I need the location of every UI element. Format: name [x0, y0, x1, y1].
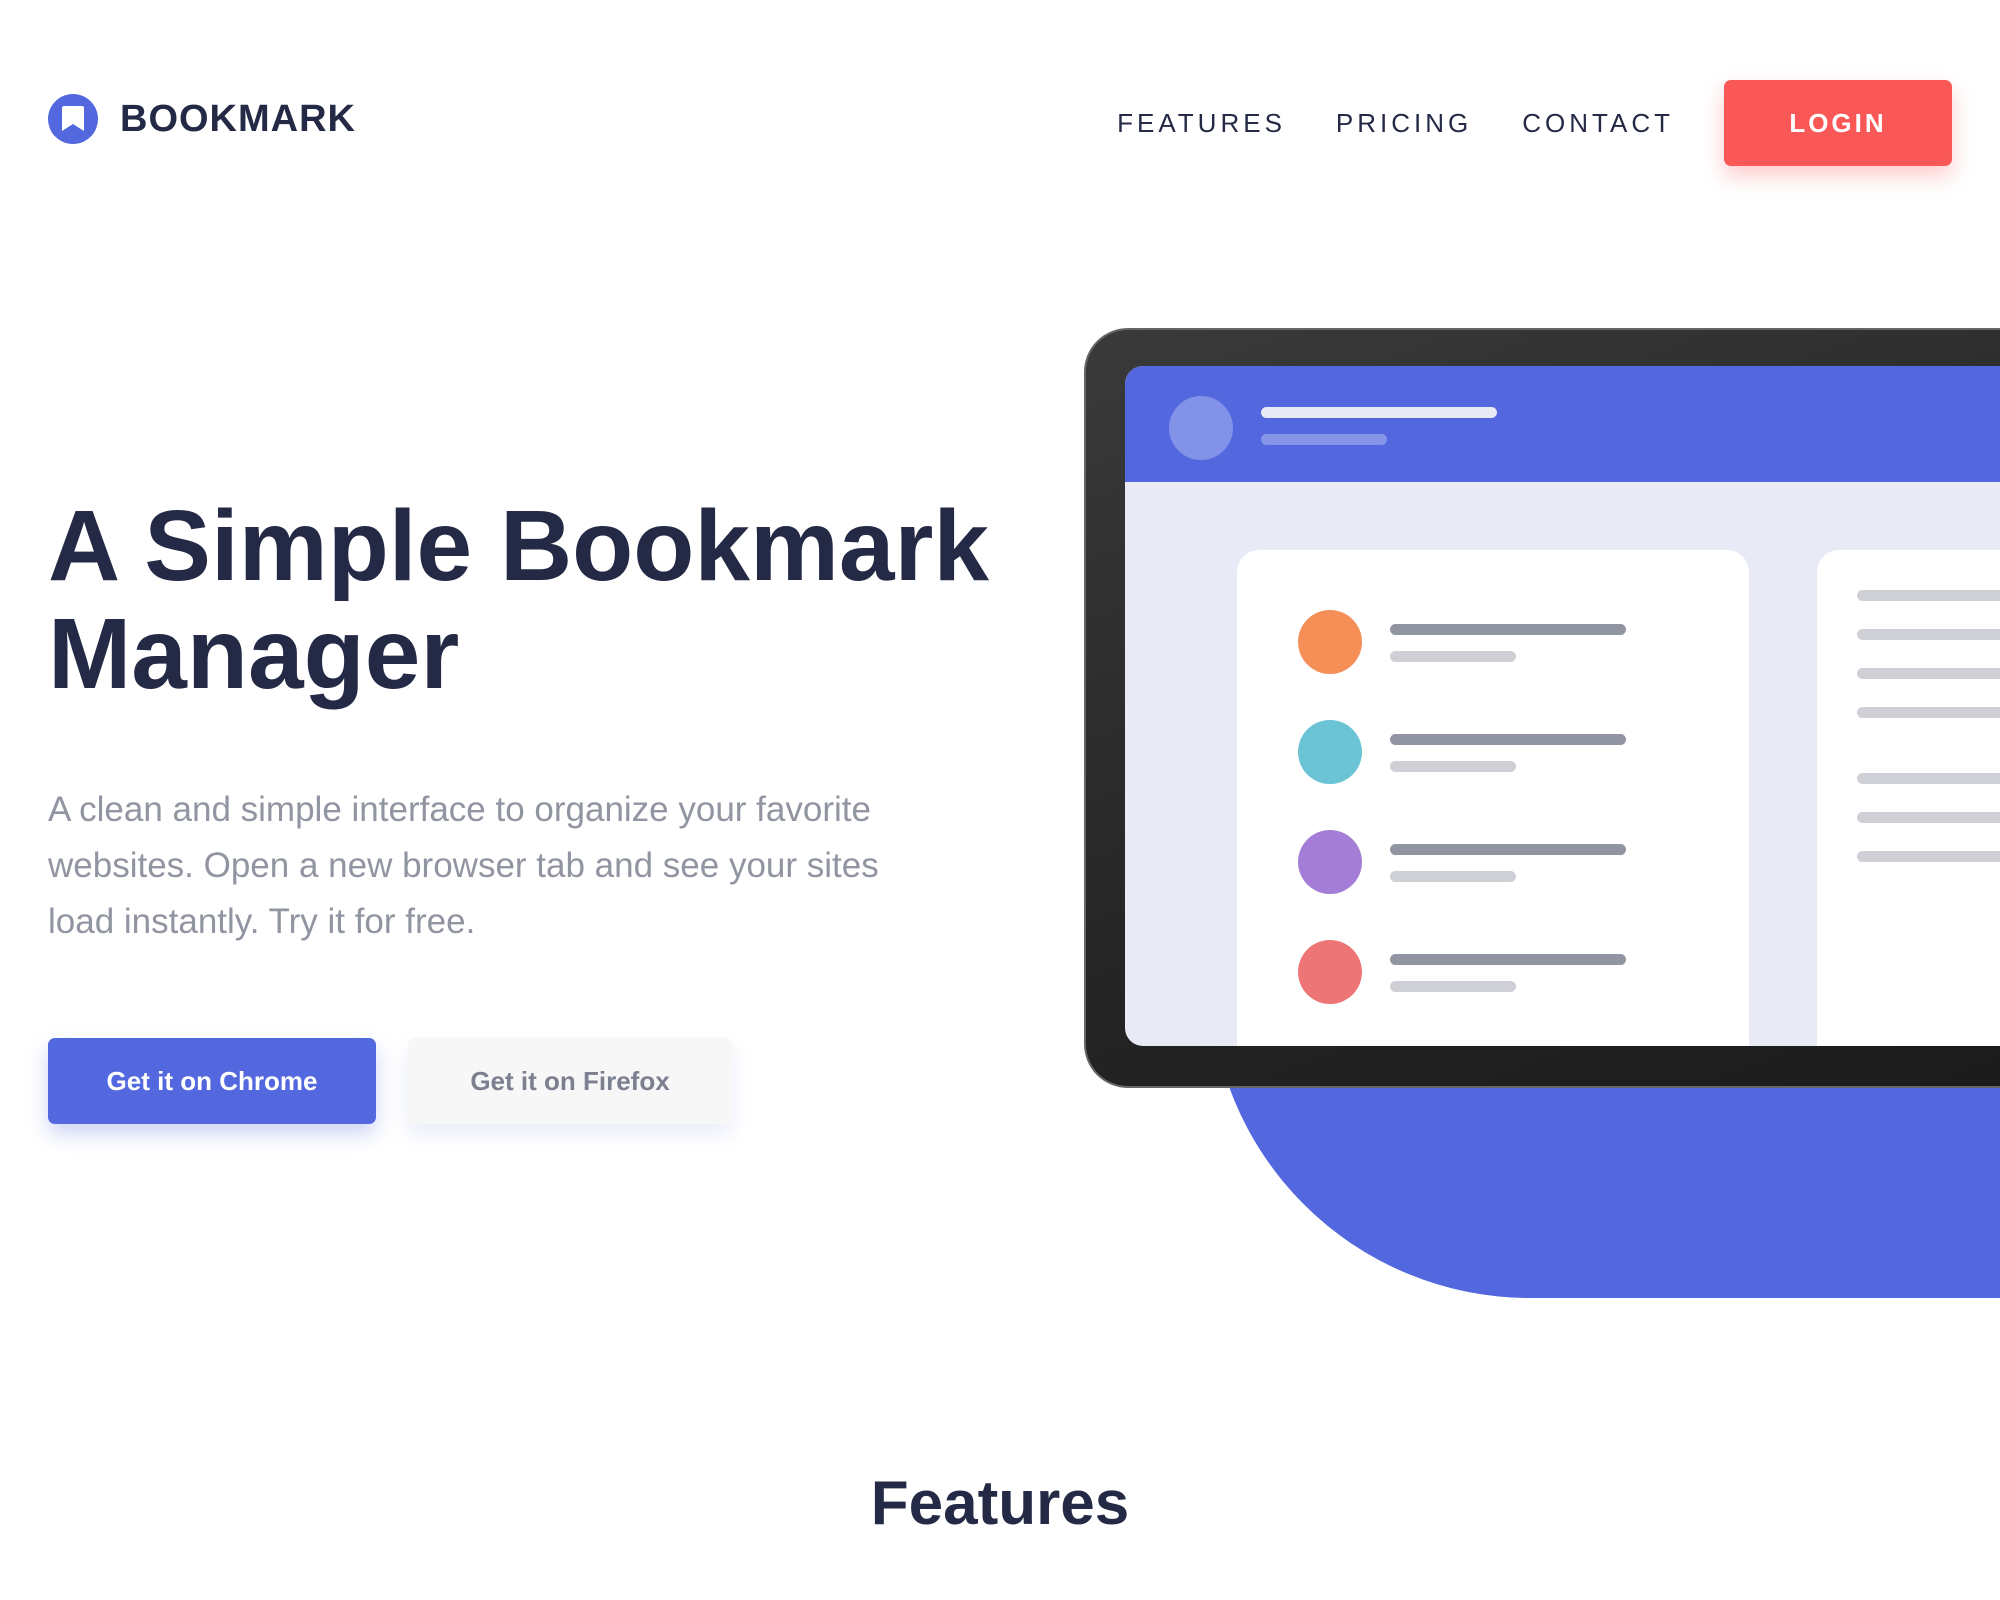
bookmark-list-card	[1237, 550, 1749, 1046]
list-bar-1a	[1390, 624, 1626, 635]
detail-bar-2	[1857, 629, 2000, 640]
detail-bar-4	[1857, 707, 2000, 718]
list-dot-4	[1298, 940, 1362, 1004]
detail-bar-5	[1857, 773, 2000, 784]
list-bar-3b	[1390, 871, 1516, 882]
list-bar-2a	[1390, 734, 1626, 745]
list-dot-2	[1298, 720, 1362, 784]
detail-bar-1	[1857, 590, 2000, 601]
hero-illustration	[0, 0, 2000, 1600]
tablet-screen	[1125, 366, 2000, 1046]
list-bar-1b	[1390, 651, 1516, 662]
bookmark-detail-card	[1817, 550, 2000, 1046]
header-bar-short	[1261, 434, 1387, 445]
features-heading: Features	[870, 1469, 1130, 1538]
detail-bar-6	[1857, 812, 2000, 823]
list-bar-4b	[1390, 981, 1516, 992]
list-dot-3	[1298, 830, 1362, 894]
list-bar-2b	[1390, 761, 1516, 772]
list-bar-4a	[1390, 954, 1626, 965]
screen-header	[1125, 366, 2000, 482]
header-bar-long	[1261, 407, 1497, 418]
list-dot-1	[1298, 610, 1362, 674]
detail-bar-7	[1857, 851, 2000, 862]
screen-avatar	[1169, 396, 1233, 460]
list-bar-3a	[1390, 844, 1626, 855]
detail-bar-3	[1857, 668, 2000, 679]
landing-page: BOOKMARK FEATURES PRICING CONTACT LOGIN …	[0, 0, 2000, 1600]
